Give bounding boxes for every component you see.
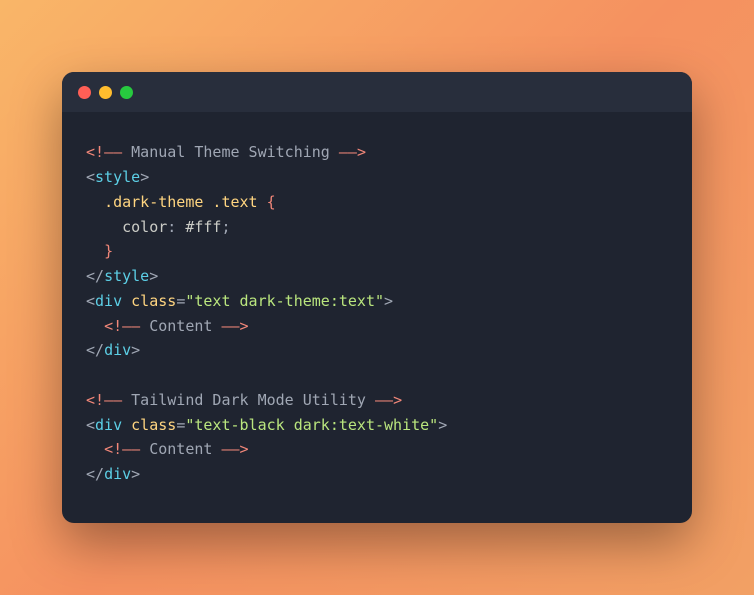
brace-close: } — [104, 242, 113, 260]
css-prop: color — [122, 218, 167, 236]
css-value: #fff — [176, 218, 221, 236]
code-block: <!—— Manual Theme Switching ——> <style> … — [62, 112, 692, 523]
class-value-2: "text-black dark:text-white" — [185, 416, 438, 434]
comment-text-1: Manual Theme Switching — [122, 143, 339, 161]
comment-open: <!—— — [104, 317, 140, 335]
comment-close: ——> — [221, 317, 248, 335]
style-tag-close: style — [104, 267, 149, 285]
comment-open: <!—— — [104, 440, 140, 458]
comment-close: ——> — [221, 440, 248, 458]
content-comment: Content — [140, 440, 221, 458]
div-tag-close: div — [104, 341, 131, 359]
style-tag-open: style — [95, 168, 140, 186]
class-value-1: "text dark-theme:text" — [185, 292, 384, 310]
window-titlebar — [62, 72, 692, 112]
class-attr: class — [131, 292, 176, 310]
content-comment: Content — [140, 317, 221, 335]
brace-open: { — [267, 193, 276, 211]
maximize-icon[interactable] — [120, 86, 133, 99]
div-tag: div — [95, 416, 122, 434]
minimize-icon[interactable] — [99, 86, 112, 99]
div-tag-close: div — [104, 465, 131, 483]
close-icon[interactable] — [78, 86, 91, 99]
css-selector: .dark-theme .text — [104, 193, 258, 211]
comment-close: ——> — [375, 391, 402, 409]
comment-open: <!—— — [86, 143, 122, 161]
comment-close: ——> — [339, 143, 366, 161]
class-attr: class — [131, 416, 176, 434]
div-tag: div — [95, 292, 122, 310]
comment-open: <!—— — [86, 391, 122, 409]
comment-text-2: Tailwind Dark Mode Utility — [122, 391, 375, 409]
code-window: <!—— Manual Theme Switching ——> <style> … — [62, 72, 692, 523]
